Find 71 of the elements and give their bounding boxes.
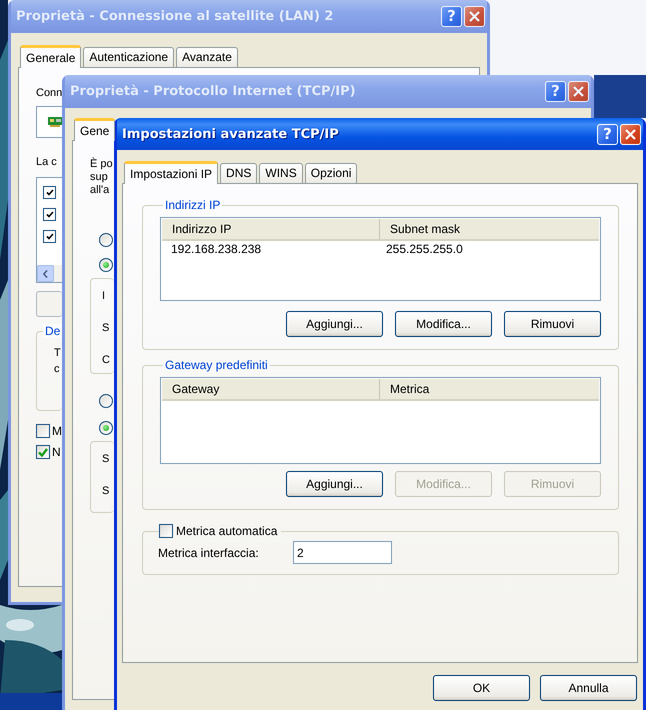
intro-text: sup (90, 171, 108, 184)
ok-button[interactable]: OK (433, 675, 530, 701)
tab[interactable]: Avanzate (176, 47, 238, 67)
checkbox[interactable] (36, 424, 50, 438)
edit-button[interactable]: Modifica... (395, 311, 492, 337)
field-label: C (102, 353, 110, 367)
intro-text: È po (90, 158, 113, 171)
checkbox[interactable] (159, 524, 173, 538)
tab[interactable]: Generale (20, 45, 82, 68)
radio-button[interactable] (99, 421, 113, 435)
check-icon (46, 188, 54, 196)
add-button[interactable]: Aggiungi... (286, 471, 383, 497)
components-label: La c (36, 155, 57, 169)
tab[interactable]: DNS (220, 163, 258, 183)
field-label: Metrica interfaccia: (158, 546, 260, 560)
help-button[interactable]: ? (441, 6, 462, 27)
cancel-button[interactable]: Annulla (540, 675, 637, 701)
field-label: I (102, 289, 106, 303)
group-title: De (43, 324, 62, 338)
tab[interactable]: Gene (74, 118, 116, 141)
window-title: Proprietà - Connessione al satellite (LAN) 2 (16, 9, 334, 24)
column-header[interactable]: Gateway (162, 379, 380, 399)
checkbox-label[interactable]: Metrica automatica (176, 524, 278, 538)
intro-text: all'a (90, 184, 110, 197)
field-label: S (102, 321, 110, 335)
checkbox[interactable] (36, 445, 50, 459)
column-header[interactable]: Metrica (380, 379, 599, 399)
checkbox[interactable] (43, 230, 56, 242)
table-cell-text: 255.255.255.0 (385, 241, 464, 258)
tab[interactable]: WINS (259, 163, 303, 183)
add-button[interactable]: Aggiungi... (286, 311, 383, 337)
scroll-left-button[interactable] (37, 265, 54, 282)
close-button[interactable] (464, 6, 485, 27)
table-cell-text: 192.168.238.238 (170, 241, 262, 258)
remove-button[interactable]: Rimuovi (504, 311, 601, 337)
check-icon (38, 448, 48, 456)
input-field[interactable]: 2 (293, 541, 392, 564)
column-header[interactable]: Subnet mask (380, 219, 599, 239)
column-header[interactable]: Indirizzo IP (162, 219, 380, 239)
checkbox[interactable] (43, 186, 56, 198)
checkbox-label: M (52, 424, 62, 438)
help-button[interactable]: ? (545, 81, 566, 102)
tab[interactable]: Impostazioni IP (124, 161, 218, 184)
close-icon (625, 128, 636, 140)
group-title: Gateway predefiniti (164, 358, 269, 372)
window-title: Impostazioni avanzate TCP/IP (122, 126, 340, 142)
desktop-background (594, 75, 646, 118)
radio-button[interactable] (99, 258, 113, 272)
connect-label: Conn (36, 86, 62, 100)
field-label: S (102, 484, 110, 498)
scrollbar[interactable] (37, 265, 62, 282)
close-button[interactable] (620, 124, 641, 144)
checkbox[interactable] (43, 208, 56, 220)
radio-button[interactable] (99, 394, 113, 408)
description-text: c (53, 362, 60, 376)
group-title: Indirizzi IP (164, 198, 222, 212)
check-icon (46, 232, 54, 240)
description-text: T (53, 346, 61, 360)
tab[interactable]: Opzioni (304, 163, 358, 183)
close-icon (469, 11, 480, 22)
checkbox-label: N (52, 445, 61, 459)
list-view[interactable]: Indirizzo IP Subnet mask 192.168.238.238 255.255.255.0 (160, 217, 601, 301)
close-icon (573, 86, 584, 97)
tab[interactable]: Autenticazione (83, 47, 174, 67)
help-button[interactable]: ? (597, 124, 618, 144)
field-label: S (102, 452, 110, 466)
radio-button[interactable] (99, 233, 113, 247)
check-icon (46, 210, 54, 218)
list-view[interactable]: Gateway Metrica (160, 377, 601, 464)
close-button[interactable] (568, 81, 589, 102)
window-title: Proprietà - Protocollo Internet (TCP/IP) (70, 84, 357, 99)
